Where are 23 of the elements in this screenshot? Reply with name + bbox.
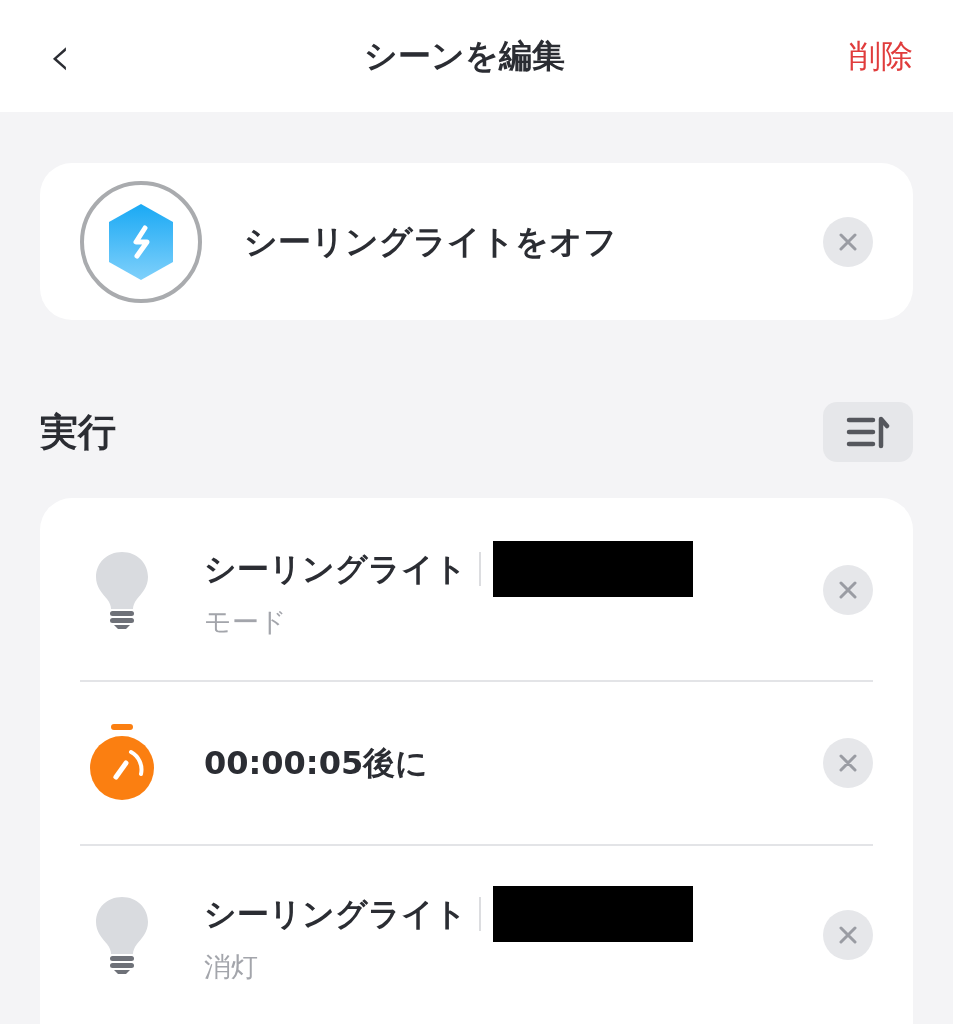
scene-name: シーリングライトをオフ [244, 220, 618, 263]
light-bulb-icon [94, 550, 150, 630]
remove-button[interactable] [823, 565, 873, 615]
remove-button[interactable] [823, 738, 873, 788]
delete-button[interactable]: 削除 [849, 32, 913, 80]
sort-button[interactable] [823, 402, 913, 462]
remove-button[interactable] [823, 216, 873, 267]
close-icon [839, 232, 857, 251]
close-icon [839, 581, 857, 599]
action-title: シーリングライト [204, 894, 467, 935]
action-subtitle: モード [204, 605, 288, 639]
light-bulb-icon [94, 895, 150, 975]
stopwatch-icon [88, 724, 156, 802]
back-button[interactable]: ‹ [40, 28, 80, 84]
sort-icon [846, 415, 890, 449]
action-title: 00:00:05後に [204, 743, 429, 783]
action-title: シーリングライト [204, 549, 467, 590]
close-icon [839, 926, 857, 944]
remove-button[interactable] [823, 910, 873, 960]
action-subtitle: 消灯 [204, 950, 259, 984]
close-icon [839, 754, 857, 772]
section-title: 実行 [40, 408, 116, 456]
page-title: シーンを編集 [363, 35, 566, 78]
